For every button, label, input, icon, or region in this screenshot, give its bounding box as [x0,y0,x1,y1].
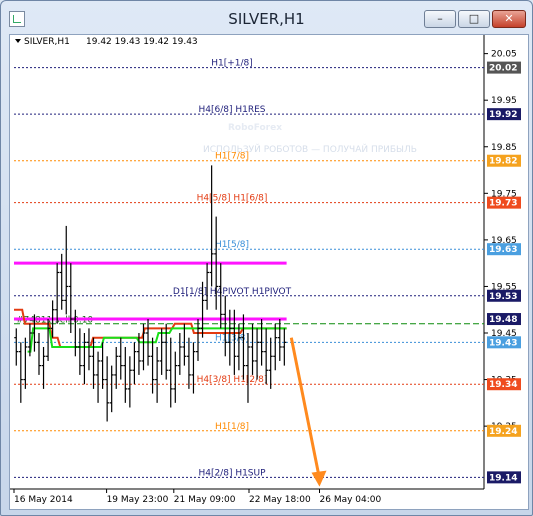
level-label-10: H4[2/8] H1SUP [198,468,266,478]
ohlc-bar-31 [155,346,160,403]
close-button[interactable]: ✕ [492,10,526,28]
x-tick-label-1: 19 May 23:00 [107,495,169,505]
price-label-7: 19.43 [489,338,517,348]
ohlc-bar-24 [123,346,128,403]
chart-window: SILVER,H1 – □ ✕ RoboForex ИСПОЛЬЗУЙ РОБОТ… [0,0,533,516]
ohlc-bar-21 [109,365,114,413]
info-symbol: SILVER,H1 [24,37,70,47]
watermark-brand: RoboForex [228,123,282,133]
ohlc-bar-18 [96,351,101,403]
maximize-button[interactable]: □ [458,10,490,28]
ohlc-bar-46 [223,295,228,357]
price-label-8: 19.34 [489,380,517,390]
ohlc-bar-59 [282,328,287,366]
info-values: 19.42 19.43 19.42 19.43 [86,37,198,47]
price-label-9: 19.24 [489,427,517,437]
y-tick-label-0: 20.05 [491,50,517,60]
ohlc-bar-17 [91,337,96,389]
ohlc-bar-36 [177,333,182,375]
ohlc-bar-11 [64,225,69,315]
ohlc-bar-53 [255,328,260,380]
level-label-9: H1[1/8] [215,422,249,432]
x-tick-label-4: 26 May 04:00 [320,495,382,505]
level-label-1: H1[+1/8] [211,59,253,69]
level-label-4: H4[5/8] H1[6/8] [197,194,268,204]
ohlc-bar-14 [77,328,82,375]
price-label-2: 19.82 [489,157,517,167]
ohlc-bar-22 [114,346,119,389]
level-label-2: H4[6/8] H1RES [198,105,265,115]
price-label-3: 19.73 [489,199,517,209]
ohlc-bar-34 [168,337,173,408]
ohlc-bar-40 [196,319,201,361]
forecast-arrow-head [311,470,327,487]
ohlc-bar-51 [245,333,250,403]
chart-area[interactable]: RoboForex ИСПОЛЬЗУЙ РОБОТОВ — ПОЛУЧАЙ ПРИ… [9,34,529,510]
level-label-6: D1[1/8] H4PIVOT H1PIVOT [173,287,292,297]
level-label-5: H1[5/8] [215,240,249,250]
ohlc-bar-1 [18,342,23,403]
y-tick-label-1: 19.95 [491,96,517,106]
y-tick-label-2: 19.85 [491,143,517,153]
info-dropdown-icon [15,39,21,43]
ohlc-bar-39 [191,342,196,394]
level-label-3: H1[7/8] [215,152,249,162]
ohlc-bar-2 [23,337,28,389]
ohlc-bar-6 [41,346,46,389]
ohlc-bar-37 [182,323,187,366]
ohlc-bar-19 [100,342,105,389]
ohlc-bar-56 [268,337,273,389]
ohlc-bar-20 [105,356,110,422]
minimize-icon: – [437,12,443,25]
ohlc-bar-15 [82,333,87,385]
ohlc-bar-32 [159,328,164,375]
ohlc-bar-49 [236,323,241,371]
price-label-10: 19.14 [489,473,517,483]
minimize-button[interactable]: – [424,10,456,28]
ohlc-bar-58 [277,319,282,361]
maximize-icon: □ [468,12,480,25]
ohlc-bar-57 [273,323,278,371]
ohlc-bar-23 [118,337,123,380]
ohlc-bar-52 [250,323,255,375]
close-icon: ✕ [504,12,514,25]
price-label-4: 19.63 [489,245,517,255]
ohlc-bar-43 [209,165,214,287]
forecast-arrow-shaft [289,337,321,479]
ohlc-bar-26 [132,342,137,385]
ohlc-bar-0 [14,328,19,366]
price-chart[interactable]: RoboForexИСПОЛЬЗУЙ РОБОТОВ — ПОЛУЧАЙ ПРИ… [10,35,528,509]
ohlc-bar-9 [55,263,60,324]
x-tick-label-0: 16 May 2014 [14,495,73,505]
title-bar[interactable]: SILVER,H1 – □ ✕ [1,1,532,35]
ohlc-bar-5 [36,333,41,375]
price-label-0: 20.02 [489,64,517,74]
ohlc-bar-38 [186,337,191,389]
price-label-1: 19.92 [489,110,517,120]
ohlc-bar-35 [173,351,178,403]
x-tick-label-3: 22 May 18:00 [249,495,311,505]
x-tick-label-2: 21 May 09:00 [174,495,236,505]
price-label-6: 19.48 [489,315,517,325]
ohlc-bar-16 [86,328,91,371]
price-label-5: 19.53 [489,292,517,302]
ohlc-bar-30 [150,337,155,394]
ohlc-bar-25 [127,356,132,408]
